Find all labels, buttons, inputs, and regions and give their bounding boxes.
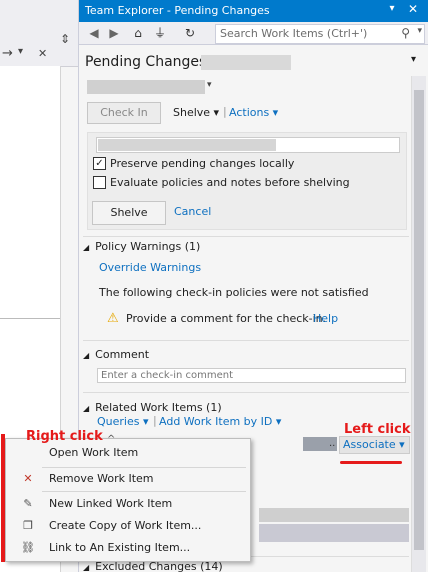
menu-item-create-copy[interactable]: ❐ Create Copy of Work Item... (6, 516, 250, 536)
right-click-annotation: Right click (26, 429, 103, 444)
search-dropdown-icon[interactable]: ▾ (417, 26, 422, 36)
policy-message: The following check-in policies were not… (99, 286, 369, 299)
section-divider (83, 340, 409, 341)
vertical-scrollbar[interactable] (411, 76, 426, 572)
menu-item-label: Create Copy of Work Item... (49, 519, 202, 532)
actions-menu[interactable]: Actions ▾ (229, 106, 278, 119)
comment-input[interactable]: Enter a check-in comment (97, 368, 406, 383)
collapse-icon[interactable]: ◢ (83, 243, 89, 252)
back-icon[interactable]: ◀ (85, 24, 103, 42)
menu-separator (42, 467, 246, 468)
window-options-icon[interactable]: ▾ (385, 3, 399, 17)
splitter-icon[interactable]: ⇕ (60, 32, 70, 46)
evaluate-label: Evaluate policies and notes before shelv… (110, 176, 350, 189)
menu-item-link-existing[interactable]: ⛓ Link to An Existing Item... (6, 538, 250, 558)
forward-icon[interactable]: ▶ (105, 24, 123, 42)
panel-title-bar[interactable]: Team Explorer - Pending Changes ▾ ✕ (79, 0, 428, 22)
comment-title: Comment (95, 348, 150, 361)
editor-tab-strip: → ▾ ✕ ⇕ (0, 32, 78, 67)
link-icon: ⛓ (21, 541, 35, 554)
page-menu-icon[interactable]: ▾ (411, 54, 416, 65)
preserve-label: Preserve pending changes locally (110, 157, 295, 170)
menu-item-remove-work-item[interactable]: ✕ Remove Work Item (6, 469, 250, 489)
refresh-icon[interactable]: ↻ (181, 24, 199, 42)
related-work-items-title: Related Work Items (1) (95, 401, 222, 414)
collapse-icon[interactable]: ◢ (83, 563, 89, 572)
section-divider (83, 236, 409, 237)
left-click-annotation: Left click (344, 422, 411, 437)
menu-item-label: Remove Work Item (49, 472, 154, 485)
shelve-panel: ✓ Preserve pending changes locally Evalu… (87, 132, 407, 230)
associate-menu[interactable]: Associate ▾ (339, 436, 410, 454)
editor-document[interactable] (0, 66, 61, 330)
annotation-bar (1, 434, 5, 562)
evaluate-checkbox[interactable] (93, 176, 106, 189)
comment-header[interactable]: ◢ Comment (83, 348, 149, 361)
scrollbar-thumb[interactable] (414, 90, 424, 550)
page-title: Pending Changes (85, 54, 207, 70)
menu-item-label: Link to An Existing Item... (49, 541, 191, 554)
remove-icon: ✕ (23, 472, 33, 485)
queries-menu[interactable]: Queries ▾ (97, 415, 149, 428)
close-icon[interactable]: ✕ (38, 47, 47, 60)
workspace-selector[interactable] (87, 80, 205, 94)
new-linked-icon: ✎ (23, 497, 33, 510)
redacted-work-item-selected[interactable] (259, 524, 409, 542)
team-explorer-toolbar: ◀ ▶ ⌂ ⏚ ↻ Search Work Items (Ctrl+') ⚲ ▾ (79, 22, 428, 45)
cancel-link[interactable]: Cancel (174, 205, 211, 218)
menu-separator: | (153, 414, 157, 427)
shelveset-name-input[interactable] (96, 137, 400, 153)
policy-warning-text: Provide a comment for the check-in. (126, 312, 327, 325)
menu-item-label: New Linked Work Item (49, 497, 173, 510)
editor-splitter[interactable] (0, 318, 60, 319)
check-in-button[interactable]: Check In (87, 102, 161, 124)
search-placeholder: Search Work Items (Ctrl+') (220, 27, 368, 40)
menu-separator (42, 491, 246, 492)
connect-icon[interactable]: ⏚ (151, 24, 169, 42)
search-icon[interactable]: ⚲ (401, 26, 410, 40)
close-icon[interactable]: ✕ (405, 2, 421, 18)
dropdown-icon[interactable]: ▾ (18, 46, 23, 57)
arrow-icon[interactable]: → (2, 46, 13, 61)
menu-item-new-linked-work-item[interactable]: ✎ New Linked Work Item (6, 494, 250, 514)
policy-warnings-title: Policy Warnings (1) (95, 240, 201, 253)
collapse-icon[interactable]: ◢ (83, 351, 89, 360)
menu-item-open-work-item[interactable]: Open Work Item (6, 443, 250, 463)
shelve-button[interactable]: Shelve (92, 201, 166, 225)
preserve-checkbox[interactable]: ✓ (93, 157, 106, 170)
annotation-underline (340, 461, 402, 464)
add-work-item-by-id-menu[interactable]: Add Work Item by ID ▾ (159, 415, 281, 428)
work-item-context-menu: Open Work Item ✕ Remove Work Item ✎ New … (5, 438, 251, 562)
override-warnings-link[interactable]: Override Warnings (99, 261, 201, 274)
section-divider (83, 392, 409, 393)
policy-warnings-header[interactable]: ◢ Policy Warnings (1) (83, 240, 200, 253)
browse-ellipsis[interactable]: .. (329, 438, 335, 449)
redacted-shelveset-name (98, 139, 276, 151)
search-work-items-input[interactable]: Search Work Items (Ctrl+') ⚲ ▾ (215, 24, 425, 44)
related-work-items-header[interactable]: ◢ Related Work Items (1) (83, 401, 222, 414)
menu-item-label: Open Work Item (49, 446, 139, 459)
help-link[interactable]: Help (313, 312, 338, 325)
collapse-icon[interactable]: ◢ (83, 404, 89, 413)
copy-icon: ❐ (23, 519, 33, 532)
workspace-dropdown-icon[interactable]: ▾ (207, 80, 212, 90)
redacted-work-item[interactable] (259, 508, 409, 522)
shelve-menu[interactable]: Shelve ▾ (173, 106, 219, 119)
panel-title: Team Explorer - Pending Changes (85, 4, 270, 17)
warning-icon: ⚠ (107, 311, 119, 326)
home-icon[interactable]: ⌂ (129, 24, 147, 42)
redacted-name (201, 55, 291, 70)
menu-separator: | (223, 105, 227, 118)
